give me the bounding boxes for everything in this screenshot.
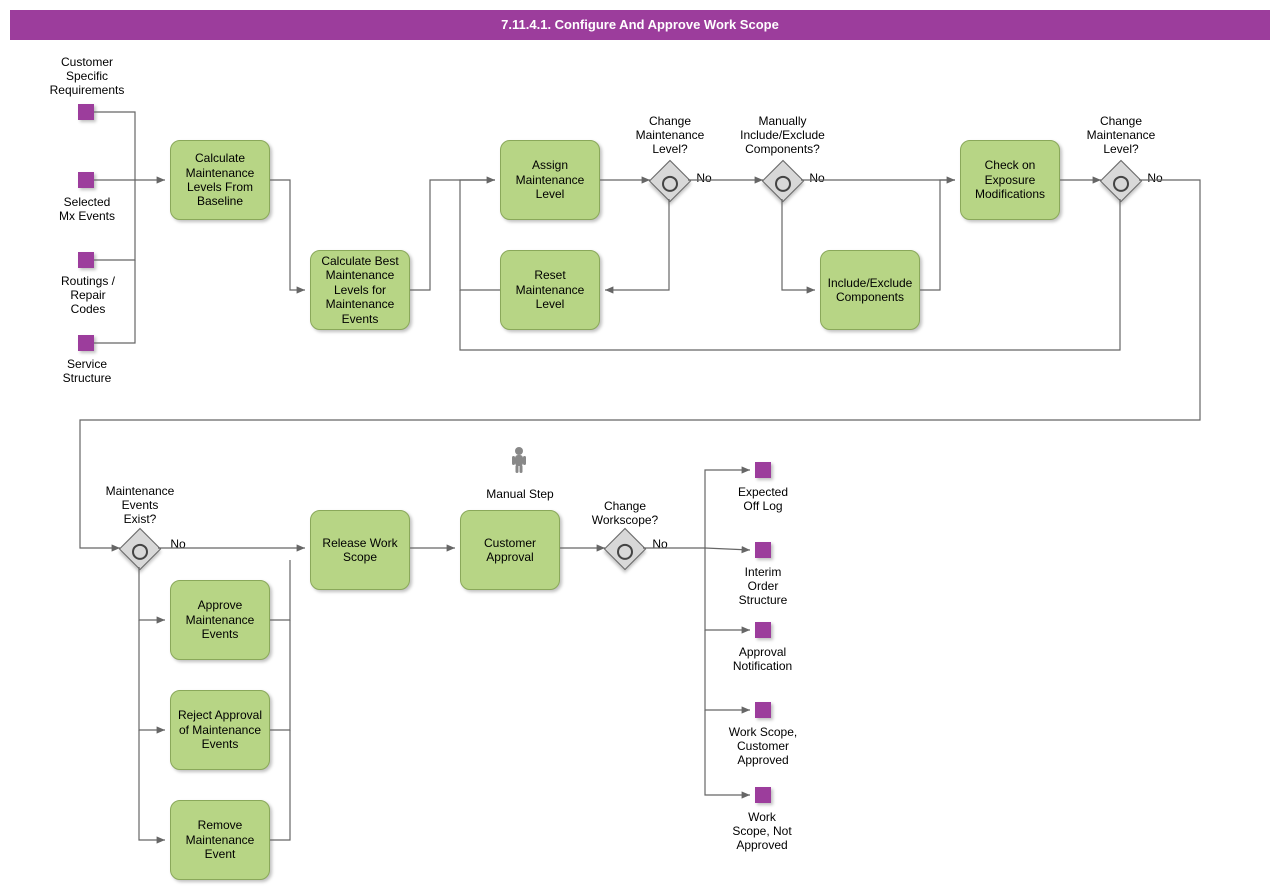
task-release-work-scope: Release WorkScope <box>310 510 410 590</box>
task-reset-text: ResetMaintenanceLevel <box>516 268 585 311</box>
task-inclexcl-text: Include/ExcludeComponents <box>828 276 913 305</box>
label-manually-include-exclude: ManuallyInclude/ExcludeComponents? <box>730 115 835 156</box>
task-reject-approval-maintenance-events: Reject Approvalof MaintenanceEvents <box>170 690 270 770</box>
task-approve-maintenance-events: ApproveMaintenanceEvents <box>170 580 270 660</box>
task-checkexp-text: Check onExposureModifications <box>975 158 1045 201</box>
data-selected-mx-events <box>78 172 94 188</box>
task-calculate-baseline: CalculateMaintenanceLevels FromBaseline <box>170 140 270 220</box>
data-work-scope-customer-approved <box>755 702 771 718</box>
edge-no-2: No <box>807 172 827 186</box>
edge-no-1: No <box>694 172 714 186</box>
gateway-maintenance-events-exist <box>119 528 161 570</box>
task-calculate-baseline-text: CalculateMaintenanceLevels FromBaseline <box>186 151 255 209</box>
person-icon <box>510 446 528 477</box>
task-reset-maintenance-level: ResetMaintenanceLevel <box>500 250 600 330</box>
label-approval-notification: ApprovalNotification <box>720 646 805 674</box>
task-custappr-text: CustomerApproval <box>484 536 536 565</box>
label-change-maintenance-level-1: ChangeMaintenanceLevel? <box>625 115 715 156</box>
edge-no-5: No <box>650 538 670 552</box>
label-customer-specific-requirements: CustomerSpecificRequirements <box>42 56 132 97</box>
data-expected-off-log <box>755 462 771 478</box>
task-approvemx-text: ApproveMaintenanceEvents <box>186 598 255 641</box>
label-maintenance-events-exist: MaintenanceEventsExist? <box>95 485 185 526</box>
task-rejectmx-text: Reject Approvalof MaintenanceEvents <box>178 708 262 751</box>
label-service-structure: ServiceStructure <box>52 358 122 386</box>
label-routings-repair-codes: Routings /RepairCodes <box>48 275 128 316</box>
task-check-exposure-modifications: Check onExposureModifications <box>960 140 1060 220</box>
page-title: 7.11.4.1. Configure And Approve Work Sco… <box>10 10 1270 40</box>
task-remove-maintenance-event: RemoveMaintenanceEvent <box>170 800 270 880</box>
label-expected-off-log: ExpectedOff Log <box>728 486 798 514</box>
task-include-exclude-components: Include/ExcludeComponents <box>820 250 920 330</box>
label-interim-order-structure: InterimOrderStructure <box>728 566 798 607</box>
data-work-scope-not-approved <box>755 787 771 803</box>
label-work-scope-customer-approved: Work Scope,CustomerApproved <box>718 726 808 767</box>
task-calculate-best: Calculate BestMaintenanceLevels forMaint… <box>310 250 410 330</box>
task-calculate-best-text: Calculate BestMaintenanceLevels forMaint… <box>321 254 398 326</box>
task-assign-text: AssignMaintenanceLevel <box>516 158 585 201</box>
label-selected-mx-events: SelectedMx Events <box>52 196 122 224</box>
task-removemx-text: RemoveMaintenanceEvent <box>186 818 255 861</box>
gateway-change-workscope <box>604 528 646 570</box>
label-change-workscope: ChangeWorkscope? <box>580 500 670 528</box>
label-change-maintenance-level-2: ChangeMaintenanceLevel? <box>1076 115 1166 156</box>
gateway-change-maintenance-level-1 <box>649 160 691 202</box>
data-service-structure <box>78 335 94 351</box>
gateway-manually-include-exclude <box>762 160 804 202</box>
edge-no-3: No <box>1145 172 1165 186</box>
task-assign-maintenance-level: AssignMaintenanceLevel <box>500 140 600 220</box>
label-manual-step: Manual Step <box>480 488 560 502</box>
edge-no-4: No <box>168 538 188 552</box>
data-approval-notification <box>755 622 771 638</box>
data-routings-repair-codes <box>78 252 94 268</box>
task-customer-approval: CustomerApproval <box>460 510 560 590</box>
label-work-scope-not-approved: WorkScope, NotApproved <box>722 811 802 852</box>
data-customer-specific-requirements <box>78 104 94 120</box>
task-release-text: Release WorkScope <box>322 536 397 565</box>
data-interim-order-structure <box>755 542 771 558</box>
gateway-change-maintenance-level-2 <box>1100 160 1142 202</box>
